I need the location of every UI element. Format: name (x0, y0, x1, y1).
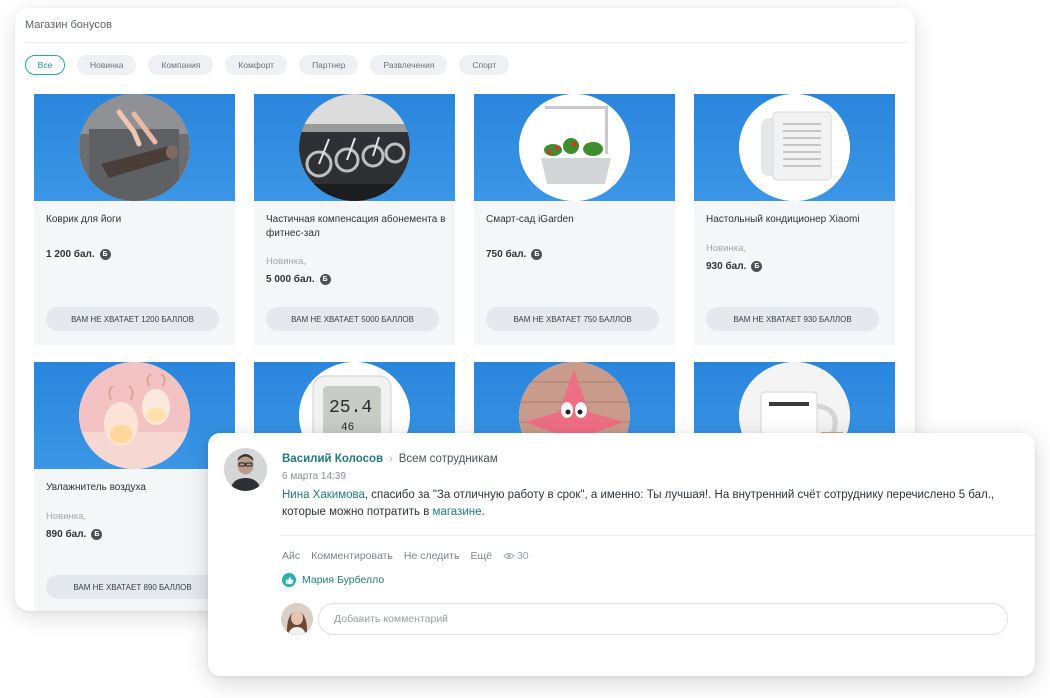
post-audience[interactable]: Всем сотрудникам (399, 453, 498, 465)
svg-text:25.4: 25.4 (329, 398, 372, 418)
recipient-link[interactable]: Нина Хакимова (282, 489, 365, 501)
feed-post: Василий Колосов › Всем сотрудникам 6 мар… (208, 433, 1035, 676)
product-image (299, 94, 410, 201)
price-value: 930 бал. (706, 261, 747, 272)
product-tag: Новинка, (46, 511, 87, 522)
product-image (79, 94, 190, 201)
insufficient-points-button[interactable]: ВАМ НЕ ХВАТАЕТ 750 БАЛЛОВ (486, 307, 659, 331)
product-card[interactable]: Настольный кондиционер Xiaomi Новинка, 9… (694, 94, 895, 345)
shop-link[interactable]: магазине (433, 506, 482, 518)
product-price: 930 бал. Б (706, 261, 763, 272)
yoga-mat-icon (79, 94, 190, 201)
coin-icon: Б (531, 249, 543, 260)
product-image (79, 362, 190, 469)
shop-divider (25, 42, 907, 43)
category-filters: Все Новинка Компания Комфорт Партнер Раз… (25, 55, 521, 75)
likes-row: Мария Бурбелло (282, 573, 384, 587)
product-card[interactable]: Коврик для йоги 1 200 бал. Б ВАМ НЕ ХВАТ… (34, 94, 235, 345)
filter-all[interactable]: Все (25, 55, 65, 75)
filter-sport[interactable]: Спорт (459, 55, 510, 75)
product-price: 890 бал. Б (46, 529, 103, 540)
product-price: 750 бал. Б (486, 249, 543, 260)
product-name: Коврик для йоги (46, 214, 122, 225)
product-card[interactable]: Смарт-сад iGarden 750 бал. Б ВАМ НЕ ХВАТ… (474, 94, 675, 345)
post-divider (280, 535, 1035, 536)
filter-entertainment[interactable]: Развлечения (370, 55, 448, 75)
eye-icon (503, 553, 515, 559)
author-avatar[interactable] (224, 448, 267, 491)
unfollow-action[interactable]: Не следить (404, 550, 460, 562)
filter-partner[interactable]: Партнер (299, 55, 359, 75)
view-count-value: 30 (516, 550, 529, 562)
humidifier-icon (79, 362, 190, 469)
coin-icon: Б (319, 274, 331, 285)
liker-name[interactable]: Мария Бурбелло (302, 574, 384, 586)
price-value: 750 бал. (486, 249, 527, 260)
insufficient-points-button[interactable]: ВАМ НЕ ХВАТАЕТ 1200 БАЛЛОВ (46, 307, 219, 331)
product-banner (34, 94, 235, 201)
product-name: Смарт-сад iGarden (486, 214, 574, 225)
current-user-avatar (281, 603, 313, 635)
product-image (739, 94, 850, 201)
thumbs-up-icon (282, 573, 296, 587)
filter-comfort[interactable]: Комфорт (225, 55, 288, 75)
post-actions: Айс Комментировать Не следить Ещё 30 (282, 550, 529, 562)
more-action[interactable]: Ещё (470, 550, 491, 562)
product-name: Частичная компенсация абонемента в фитне… (266, 214, 446, 239)
comment-action[interactable]: Комментировать (311, 550, 393, 562)
product-card[interactable]: Частичная компенсация абонемента в фитне… (254, 94, 455, 345)
price-value: 5 000 бал. (266, 274, 315, 285)
product-tag: Новинка, (706, 243, 747, 254)
coin-icon: Б (99, 249, 111, 260)
person-icon (281, 603, 313, 635)
person-icon (224, 448, 267, 491)
product-banner (694, 94, 895, 201)
gym-icon (299, 94, 410, 201)
coin-icon: Б (91, 529, 103, 540)
product-price: 5 000 бал. Б (266, 274, 331, 285)
smart-garden-icon (519, 94, 630, 201)
insufficient-points-button[interactable]: ВАМ НЕ ХВАТАЕТ 930 БАЛЛОВ (706, 307, 879, 331)
post-body: Нина Хакимова, спасибо за "За отличную р… (282, 487, 1022, 521)
air-conditioner-icon (739, 94, 850, 201)
product-tag: Новинка, (266, 256, 307, 267)
product-image (519, 94, 630, 201)
like-action[interactable]: Айс (282, 550, 300, 562)
price-value: 890 бал. (46, 529, 87, 540)
insufficient-points-button[interactable]: ВАМ НЕ ХВАТАЕТ 890 БАЛЛОВ (46, 575, 219, 599)
product-banner (34, 362, 235, 469)
filter-new[interactable]: Новинка (77, 55, 137, 75)
post-text: , спасибо за "За отличную работу в срок"… (282, 489, 995, 518)
shop-title: Магазин бонусов (25, 19, 112, 31)
product-card[interactable]: Увлажнитель воздуха Новинка, 890 бал. Б … (34, 362, 235, 611)
coin-icon: Б (751, 261, 763, 272)
chevron-right-icon: › (389, 453, 393, 465)
post-header: Василий Колосов › Всем сотрудникам (282, 453, 498, 465)
product-name: Увлажнитель воздуха (46, 482, 146, 493)
price-value: 1 200 бал. (46, 249, 95, 260)
product-banner (254, 94, 455, 201)
author-name[interactable]: Василий Колосов (282, 453, 383, 465)
filter-company[interactable]: Компания (148, 55, 214, 75)
insufficient-points-button[interactable]: ВАМ НЕ ХВАТАЕТ 5000 БАЛЛОВ (266, 307, 439, 331)
product-price: 1 200 бал. Б (46, 249, 111, 260)
product-banner (474, 94, 675, 201)
product-name: Настольный кондиционер Xiaomi (706, 214, 860, 225)
post-date[interactable]: 6 марта 14:39 (282, 471, 346, 482)
view-count: 30 (503, 550, 529, 562)
comment-input[interactable]: Добавить комментарий (318, 603, 1008, 635)
post-text-end: . (481, 506, 485, 518)
